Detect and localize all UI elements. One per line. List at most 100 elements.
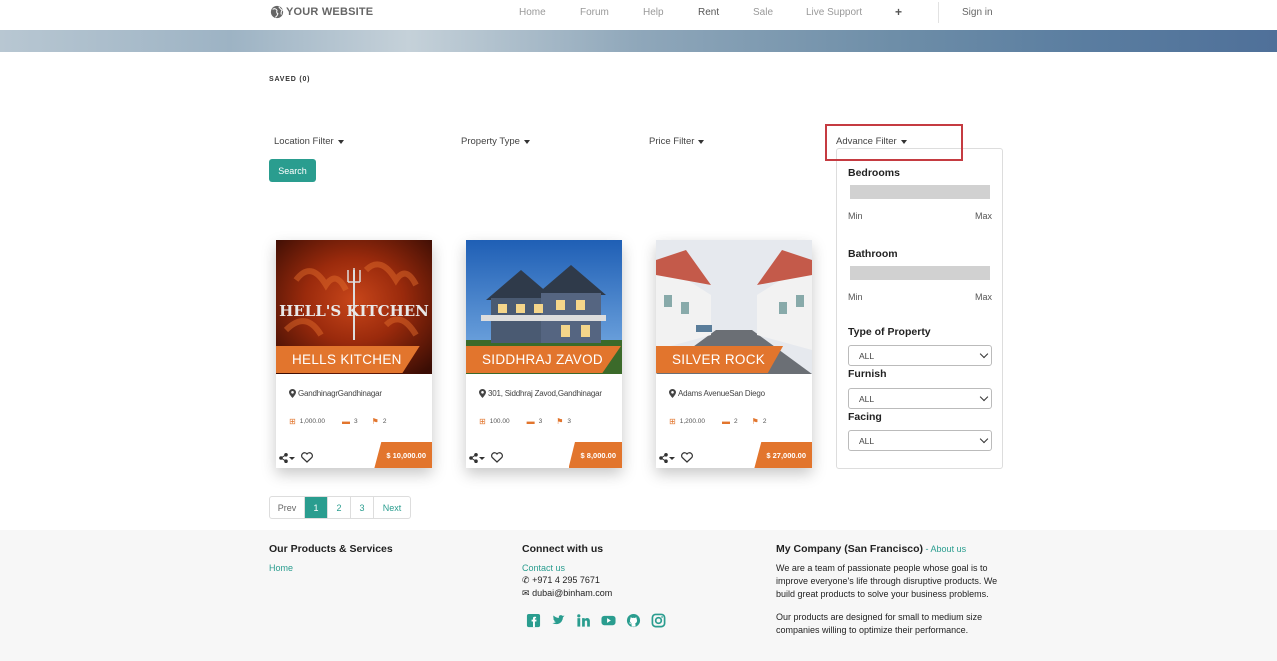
share-icon[interactable] <box>659 452 675 463</box>
svg-text:HELL'S KITCHEN: HELL'S KITCHEN <box>279 302 429 320</box>
share-icon[interactable] <box>469 452 485 463</box>
listing-location: Adams AvenueSan Diego <box>669 389 765 398</box>
map-marker-icon <box>669 389 676 398</box>
share-icon[interactable] <box>279 452 295 463</box>
listing-title[interactable]: HELLS KITCHEN <box>276 346 420 373</box>
bath-icon: ⚑ <box>556 417 564 426</box>
facing-value: ALL <box>859 435 875 446</box>
globe-icon <box>270 5 284 19</box>
prev-page-button[interactable]: Prev <box>270 497 305 518</box>
footer-company-title: My Company (San Francisco) - About us <box>776 543 966 555</box>
footer <box>0 530 1277 661</box>
furnish-value: ALL <box>859 393 875 404</box>
facing-select[interactable]: ALL <box>848 430 992 451</box>
listing-card[interactable]: SIDDHRAJ ZAVOD 301, Siddhraj Zavod,Gandh… <box>466 240 622 468</box>
type-of-property-value: ALL <box>859 350 875 361</box>
sign-in-link[interactable]: Sign in <box>962 7 993 18</box>
area-icon: ⊞ <box>289 417 296 426</box>
instagram-icon[interactable] <box>651 613 666 628</box>
map-marker-icon <box>289 389 296 398</box>
footer-about-link[interactable]: About us <box>931 544 967 554</box>
page-1-button[interactable]: 1 <box>305 497 328 518</box>
min-label: Min <box>848 211 863 221</box>
facebook-icon[interactable] <box>526 613 541 628</box>
youtube-icon[interactable] <box>601 613 616 628</box>
type-of-property-select[interactable]: ALL <box>848 345 992 366</box>
listing-area: 1,200.00 <box>679 418 706 425</box>
twitter-icon[interactable] <box>551 613 566 628</box>
listing-actions <box>469 452 503 463</box>
facing-label: Facing <box>848 411 882 423</box>
nav-help[interactable]: Help <box>643 7 664 18</box>
page-3-button[interactable]: 3 <box>351 497 374 518</box>
listing-price: $ 8,000.00 <box>568 442 622 468</box>
footer-email: ✉ dubai@binham.com <box>522 587 612 600</box>
price-filter-label: Price Filter <box>649 136 695 147</box>
bathroom-minmax: Min Max <box>848 292 992 302</box>
listing-title[interactable]: SILVER ROCK <box>656 346 784 373</box>
nav-rent[interactable]: Rent <box>698 7 719 18</box>
pagination: Prev 1 2 3 Next <box>269 496 411 519</box>
social-links <box>526 613 666 628</box>
saved-count[interactable]: SAVED (0) <box>269 76 310 83</box>
map-marker-icon <box>479 389 486 398</box>
heart-icon[interactable] <box>681 452 693 463</box>
property-type-dropdown[interactable]: Property Type <box>461 136 530 147</box>
advance-filter-label: Advance Filter <box>836 136 897 147</box>
listing-stats: ⊞ 1,200.00 ▬ 2 ⚑ 2 <box>669 417 766 426</box>
listing-title[interactable]: SIDDHRAJ ZAVOD <box>466 346 621 373</box>
footer-desc-line-2: improve everyone's life through disrupti… <box>776 576 998 586</box>
nav-divider <box>938 2 939 23</box>
nav-live-support[interactable]: Live Support <box>806 7 862 18</box>
footer-email-text[interactable]: dubai@binham.com <box>532 588 612 598</box>
nav-plus-button[interactable]: + <box>895 5 902 19</box>
hero-banner <box>0 30 1277 52</box>
heart-icon[interactable] <box>301 452 313 463</box>
footer-desc2-line-1: Our products are designed for small to m… <box>776 612 983 622</box>
bathroom-label: Bathroom <box>848 248 898 260</box>
bedrooms-range-slider[interactable] <box>850 185 990 199</box>
listing-location: GandhinagrGandhinagar <box>289 389 382 398</box>
footer-phone-text: +971 4 295 7671 <box>532 575 600 585</box>
furnish-select[interactable]: ALL <box>848 388 992 409</box>
footer-desc-line-3: build great products to solve your busin… <box>776 589 989 599</box>
listing-price: $ 10,000.00 <box>374 442 432 468</box>
listing-location: 301, Siddhraj Zavod,Gandhinagar <box>479 389 602 398</box>
logo-text: YOUR WEBSITE <box>286 6 374 18</box>
area-icon: ⊞ <box>669 417 676 426</box>
footer-contact-link[interactable]: Contact us <box>522 563 565 573</box>
bed-icon: ▬ <box>342 417 351 426</box>
linkedin-icon[interactable] <box>576 613 591 628</box>
listing-area: 100.00 <box>489 418 510 425</box>
site-logo[interactable]: YOUR WEBSITE <box>270 5 373 19</box>
nav-home[interactable]: Home <box>519 7 546 18</box>
listing-location-text: GandhinagrGandhinagar <box>298 389 382 398</box>
listing-area: 1,000.00 <box>299 418 326 425</box>
listing-stats: ⊞ 100.00 ▬ 3 ⚑ 3 <box>479 417 571 426</box>
footer-about-separator: - <box>923 544 931 554</box>
advance-filter-panel: Bedrooms Min Max Bathroom Min Max Type of … <box>836 148 1003 469</box>
nav-sale[interactable]: Sale <box>753 7 773 18</box>
github-icon[interactable] <box>626 613 641 628</box>
chevron-down-icon <box>979 392 989 402</box>
search-button[interactable]: Search <box>269 159 316 182</box>
footer-company-name: My Company (San Francisco) <box>776 543 924 555</box>
location-filter-dropdown[interactable]: Location Filter <box>274 136 344 147</box>
footer-desc2-line-2: companies willing to optimize their perf… <box>776 625 969 635</box>
bathroom-range-slider[interactable] <box>850 266 990 280</box>
min-label: Min <box>848 292 863 302</box>
page-2-button[interactable]: 2 <box>328 497 351 518</box>
footer-connect-title: Connect with us <box>522 543 604 555</box>
listing-location-text: Adams AvenueSan Diego <box>678 389 765 398</box>
footer-home-link[interactable]: Home <box>269 563 293 573</box>
price-filter-dropdown[interactable]: Price Filter <box>649 136 705 147</box>
nav-forum[interactable]: Forum <box>580 7 609 18</box>
advance-filter-dropdown[interactable]: Advance Filter <box>836 136 907 147</box>
area-icon: ⊞ <box>479 417 486 426</box>
bedrooms-minmax: Min Max <box>848 211 992 221</box>
caret-down-icon <box>523 139 530 144</box>
listing-card[interactable]: HELL'S KITCHEN HELLS KITCHEN GandhinagrG… <box>276 240 432 468</box>
heart-icon[interactable] <box>491 452 503 463</box>
listing-card[interactable]: SILVER ROCK Adams AvenueSan Diego ⊞ 1,200… <box>656 240 812 468</box>
next-page-button[interactable]: Next <box>374 497 410 518</box>
